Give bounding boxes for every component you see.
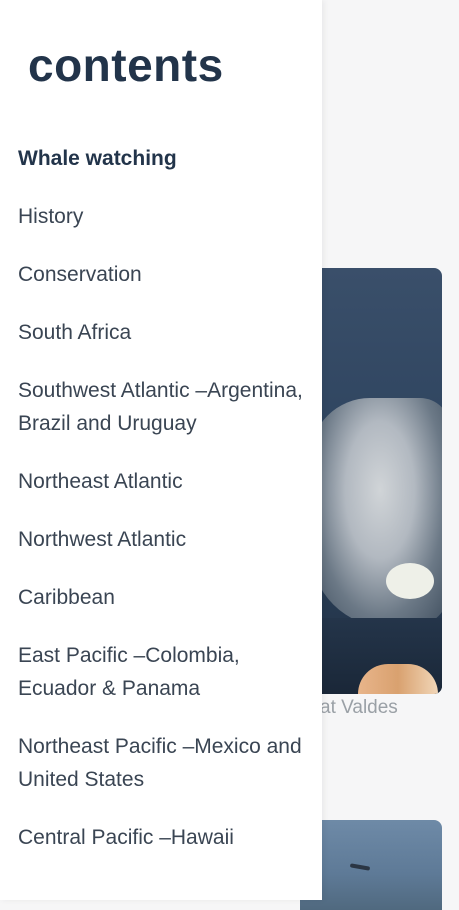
toc-item-conservation[interactable]: Conservation <box>18 258 308 291</box>
toc-item-southwest-atlantic[interactable]: Southwest Atlantic –Argentina, Brazil an… <box>18 374 308 440</box>
photo-caption: at Valdes <box>320 697 398 718</box>
toc-item-history[interactable]: History <box>18 200 308 233</box>
toc-item-south-africa[interactable]: South Africa <box>18 316 308 349</box>
toc-item-central-pacific[interactable]: Central Pacific –Hawaii <box>18 821 308 854</box>
bird-figure <box>349 863 371 871</box>
toc-item-east-pacific[interactable]: East Pacific –Colombia, Ecuador & Panama <box>18 639 308 705</box>
whale-spot <box>386 563 434 599</box>
toc-list: Whale watching History Conservation Sout… <box>18 142 308 879</box>
contents-drawer: contents Whale watching History Conserva… <box>0 0 322 900</box>
toc-item-northeast-atlantic[interactable]: Northeast Atlantic <box>18 465 308 498</box>
toc-item-northeast-pacific[interactable]: Northeast Pacific –Mexico and United Sta… <box>18 730 308 796</box>
toc-item-northwest-atlantic[interactable]: Northwest Atlantic <box>18 523 308 556</box>
toc-item-caribbean[interactable]: Caribbean <box>18 581 308 614</box>
drawer-title: contents <box>28 39 224 91</box>
toc-item-whale-watching[interactable]: Whale watching <box>18 142 308 175</box>
